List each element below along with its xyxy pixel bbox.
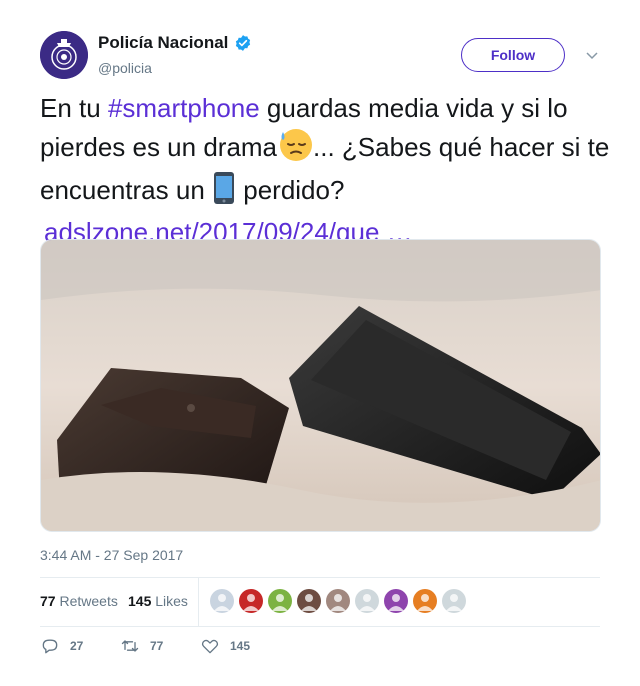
hashtag-link[interactable]: #smartphone — [108, 93, 260, 123]
tweet-text-part: En tu — [40, 93, 108, 123]
retweet-icon — [121, 640, 139, 652]
retweet-button[interactable]: 77 — [120, 636, 163, 656]
liker-avatar[interactable] — [239, 589, 263, 613]
likes-count: 145 — [128, 593, 152, 609]
reply-icon — [42, 639, 58, 654]
tweet-image[interactable] — [40, 239, 601, 532]
retweets-label: Retweets — [59, 593, 118, 609]
account-name[interactable]: Policía Nacional — [98, 33, 228, 53]
retweets-count: 77 — [40, 593, 56, 609]
tweet-header: Policía Nacional @policia Follow — [40, 31, 600, 79]
downcast-face-with-sweat-icon — [277, 126, 313, 171]
liker-avatars — [210, 589, 471, 613]
tweet-text-part: perdido? — [236, 175, 345, 205]
mobile-phone-icon — [212, 171, 236, 214]
liker-avatar[interactable] — [210, 589, 234, 613]
reply-button[interactable]: 27 — [40, 636, 83, 656]
like-count: 145 — [230, 639, 251, 653]
tweet-stats: 77 Retweets 145 Likes — [40, 577, 600, 627]
liker-avatar[interactable] — [355, 589, 379, 613]
tweet-actions: 27 77 145 — [40, 636, 340, 656]
verified-badge-icon — [236, 35, 251, 51]
tweet-timestamp[interactable]: 3:44 AM - 27 Sep 2017 — [40, 547, 183, 563]
account-handle[interactable]: @policia — [98, 60, 152, 76]
retweets-stat[interactable]: 77 Retweets — [40, 593, 118, 609]
chevron-down-icon[interactable] — [585, 48, 599, 62]
tweet-text: En tu #smartphone guardas media vida y s… — [40, 90, 610, 250]
likes-stat[interactable]: 145 Likes — [128, 593, 188, 609]
reply-count: 27 — [70, 639, 84, 653]
follow-button[interactable]: Follow — [461, 38, 565, 72]
likes-label: Likes — [155, 593, 188, 609]
heart-icon — [201, 639, 219, 654]
liker-avatar[interactable] — [384, 589, 408, 613]
liker-avatar[interactable] — [326, 589, 350, 613]
like-button[interactable]: 145 — [200, 636, 250, 656]
liker-avatar[interactable] — [413, 589, 437, 613]
retweet-count: 77 — [150, 639, 164, 653]
liker-avatar[interactable] — [268, 589, 292, 613]
liker-avatar[interactable] — [442, 589, 466, 613]
liker-avatar[interactable] — [297, 589, 321, 613]
stats-divider — [198, 578, 199, 626]
avatar[interactable] — [40, 31, 88, 79]
